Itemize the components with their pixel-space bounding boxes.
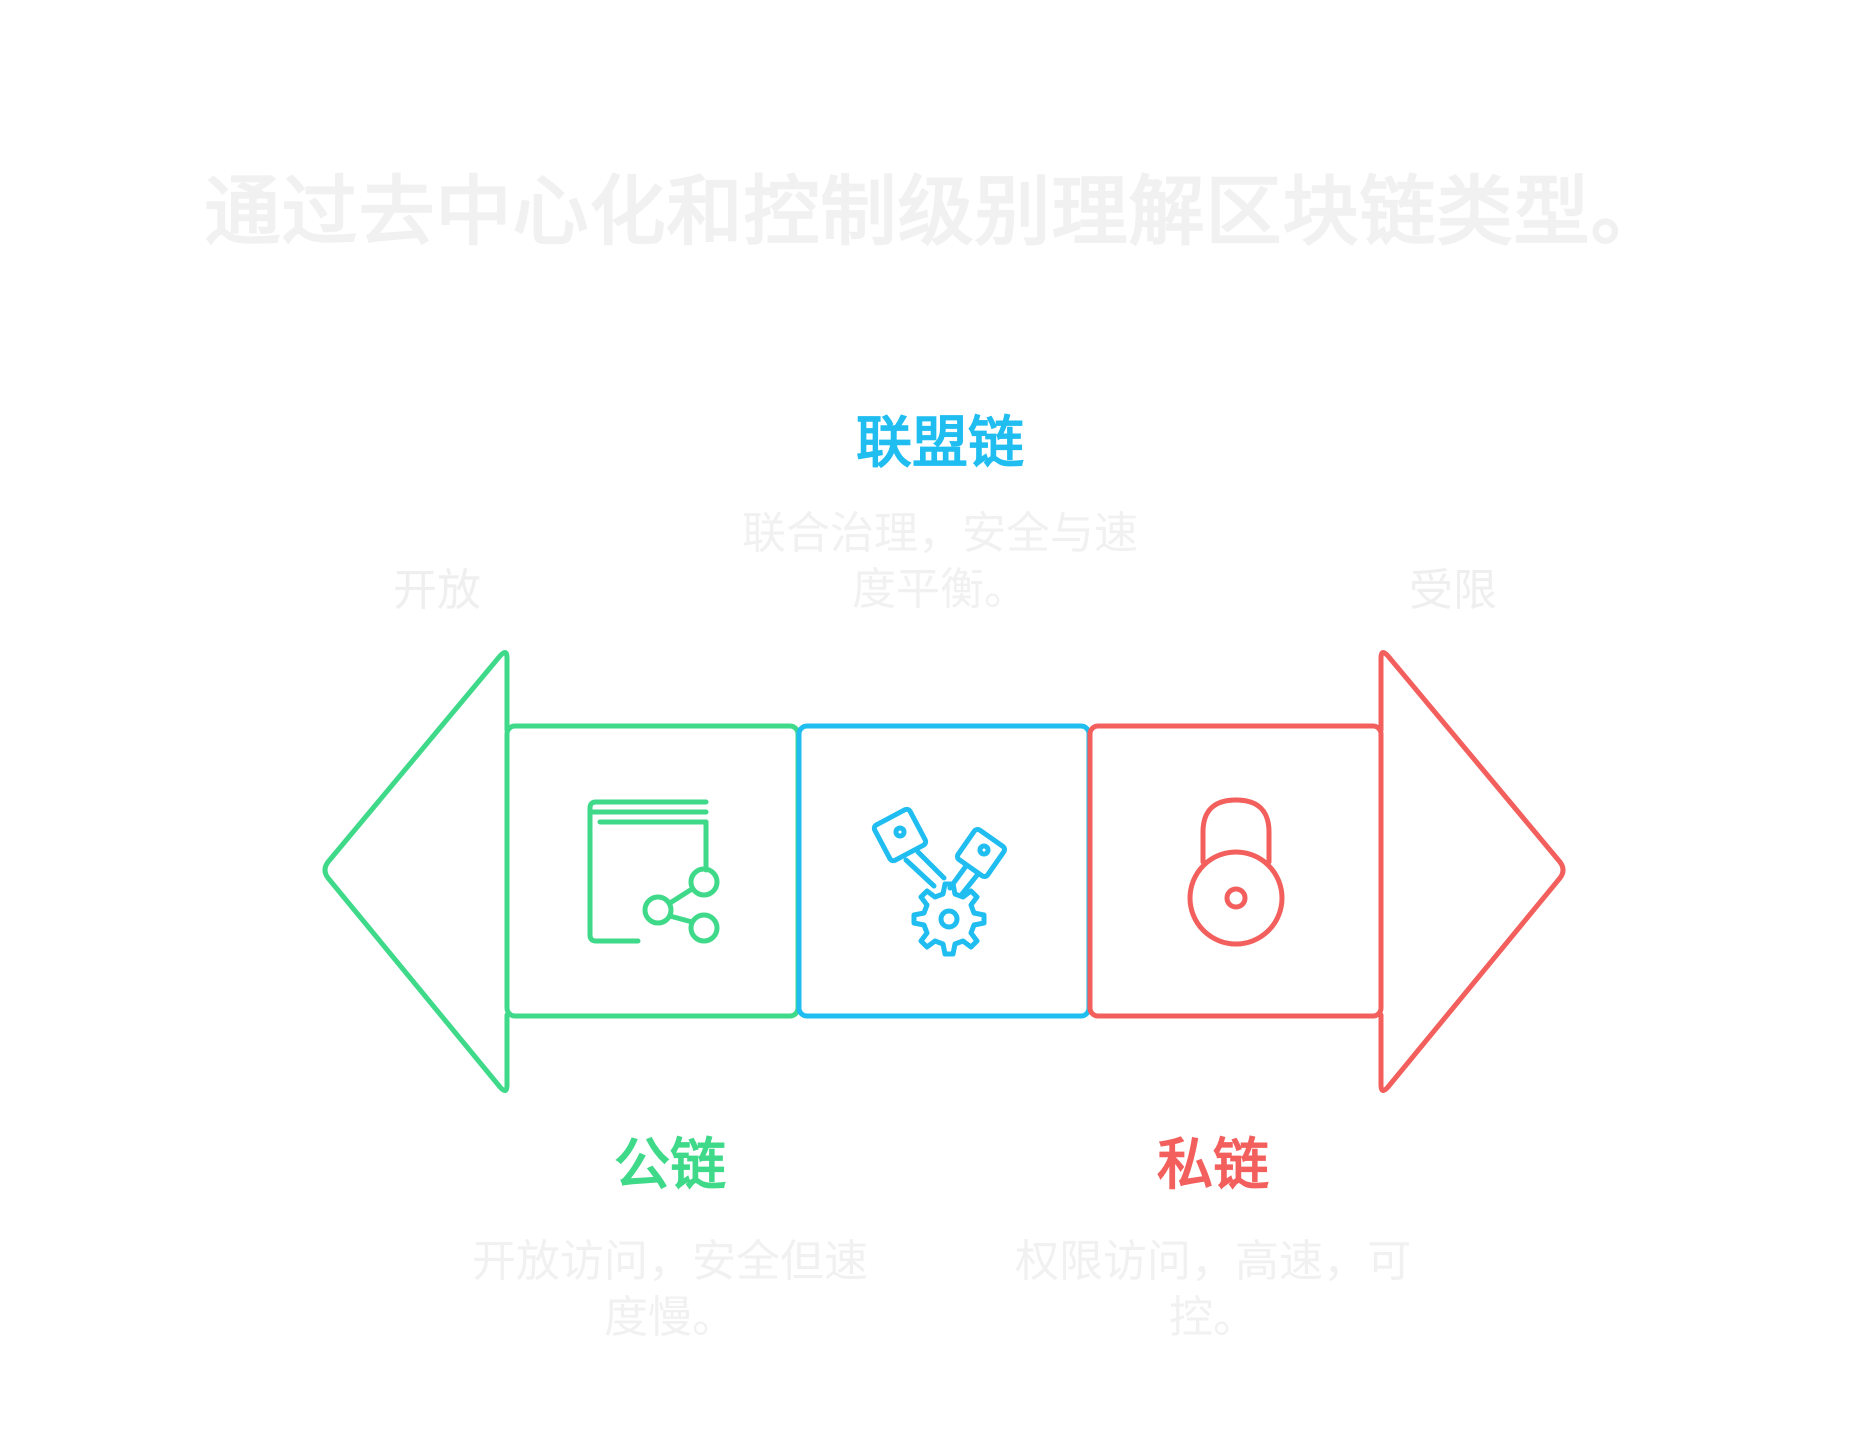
private-chain-segment — [1087, 723, 1384, 1019]
public-chain-segment — [504, 723, 801, 1019]
consortium-chain-segment — [796, 723, 1092, 1019]
book-share-icon — [587, 799, 720, 944]
gear-pistons-icon — [871, 806, 1007, 957]
private-chain-description: 权限访问，高速，可控。 — [1015, 1236, 1411, 1343]
padlock-icon — [1187, 797, 1285, 947]
right-arrowhead — [1378, 650, 1566, 1093]
public-chain-description: 开放访问，安全但速度慢。 — [472, 1236, 868, 1343]
left-arrowhead — [322, 650, 510, 1093]
decentralization-spectrum-arrow — [322, 650, 1566, 1093]
public-chain-title: 公链 — [614, 1133, 726, 1198]
private-chain-title: 私链 — [1157, 1133, 1269, 1198]
